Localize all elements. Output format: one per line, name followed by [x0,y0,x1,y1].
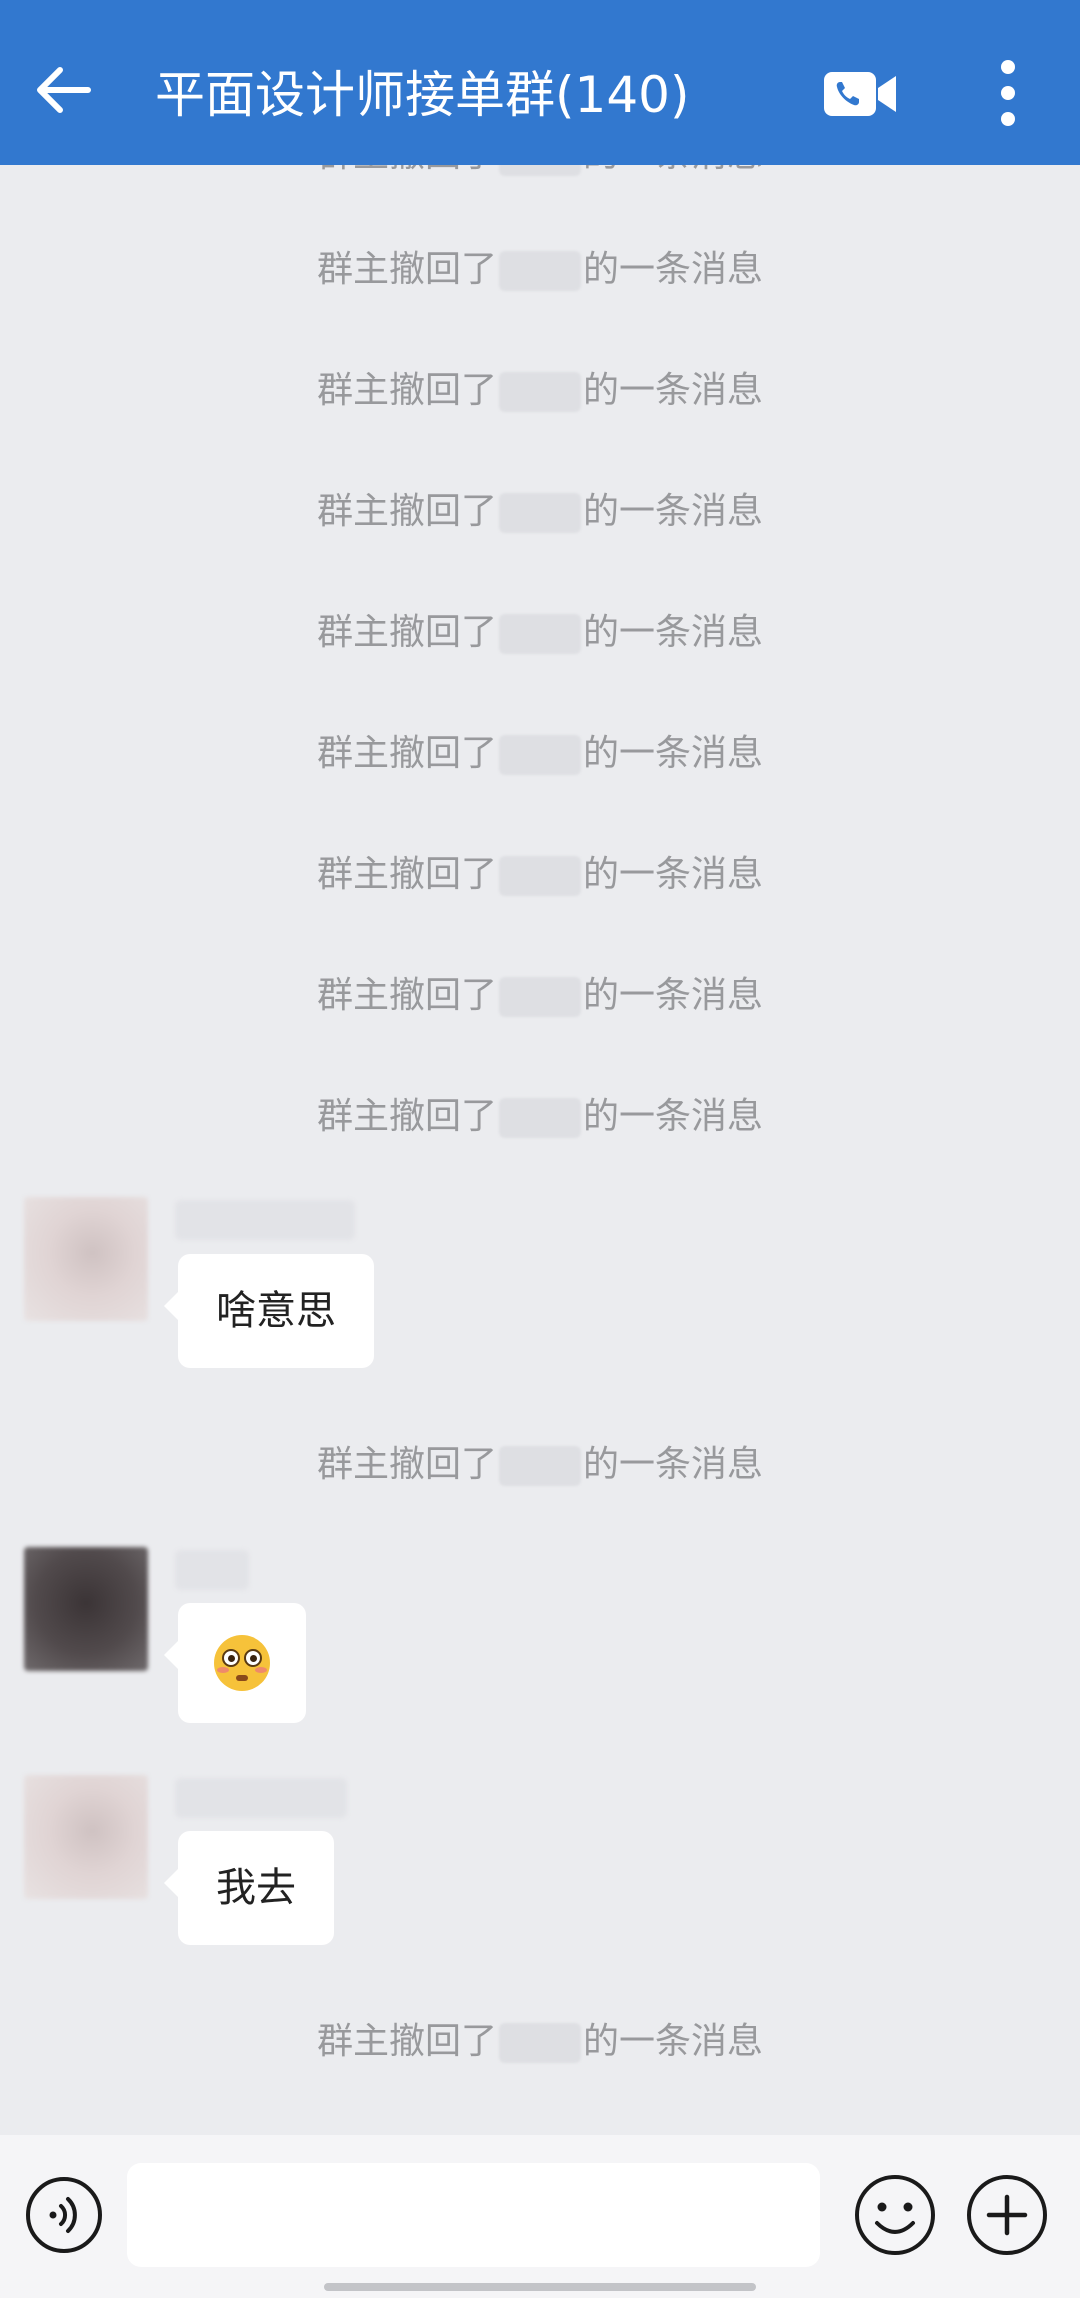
more-options-button[interactable] [985,58,1031,128]
system-suffix: 的一条消息 [583,491,764,532]
voice-icon [26,2177,102,2253]
blurred-sender-name [175,1200,355,1240]
system-message-recalled: 群主撤回了 的一条消息 [0,165,1080,180]
message-input[interactable] [127,2163,820,2267]
system-message-recalled: 群主撤回了 的一条消息 [0,366,1080,416]
system-prefix: 群主撤回了 [316,1444,497,1485]
blurred-username [499,2023,581,2063]
blurred-username [499,1098,581,1138]
system-suffix: 的一条消息 [583,249,764,290]
avatar[interactable] [24,1197,148,1321]
system-message-recalled: 群主撤回了 的一条消息 [0,729,1080,779]
avatar[interactable] [24,1547,148,1671]
message-text: 我去 [216,1865,296,1911]
plus-icon [967,2175,1047,2255]
video-call-button[interactable] [822,68,898,120]
back-arrow-icon [37,67,91,113]
system-suffix: 的一条消息 [583,975,764,1016]
message-bubble[interactable]: 我去 [164,1831,334,1945]
blurred-username [499,735,581,775]
system-suffix: 的一条消息 [583,854,764,895]
chat-title: 平面设计师接单群(140) [155,66,690,124]
message-bubble[interactable]: 啥意思 [164,1254,374,1368]
system-message-recalled: 群主撤回了 的一条消息 [0,971,1080,1021]
system-prefix: 群主撤回了 [316,612,497,653]
emoji-button[interactable] [853,2173,937,2257]
system-suffix: 的一条消息 [583,370,764,411]
system-message-recalled: 群主撤回了 的一条消息 [0,850,1080,900]
system-prefix: 群主撤回了 [316,1096,497,1137]
system-suffix: 的一条消息 [583,612,764,653]
system-prefix: 群主撤回了 [316,2021,497,2062]
system-prefix: 群主撤回了 [316,370,497,411]
blurred-username [499,165,581,176]
system-prefix: 群主撤回了 [316,975,497,1016]
system-prefix: 群主撤回了 [317,165,497,175]
blurred-username [499,614,581,654]
system-message-recalled: 群主撤回了 的一条消息 [0,487,1080,537]
system-message-recalled: 群主撤回了 的一条消息 [0,1440,1080,1490]
message-text: 啥意思 [216,1288,336,1334]
blurred-username [499,977,581,1017]
system-suffix: 的一条消息 [583,2021,764,2062]
blurred-sender-name [175,1550,249,1590]
system-prefix: 群主撤回了 [316,491,497,532]
blurred-username [499,1446,581,1486]
top-app-bar: 平面设计师接单群(140) [0,0,1080,165]
system-suffix: 的一条消息 [583,733,764,774]
blurred-sender-name [175,1778,347,1818]
blurred-username [499,372,581,412]
system-message-recalled: 群主撤回了 的一条消息 [0,245,1080,295]
blurred-username [499,251,581,291]
system-prefix: 群主撤回了 [316,249,497,290]
system-suffix: 的一条消息 [583,1096,764,1137]
video-call-icon [824,72,896,116]
message-bubble[interactable] [164,1603,306,1723]
more-vertical-icon [1001,60,1015,126]
system-prefix: 群主撤回了 [316,733,497,774]
avatar[interactable] [24,1775,148,1899]
back-button[interactable] [30,55,100,125]
system-suffix: 的一条消息 [583,1444,764,1485]
message-list[interactable]: 群主撤回了 的一条消息 群主撤回了 的一条消息 群主撤回了 的一条消息 群主撤回了 的一… [0,165,1080,2135]
home-indicator[interactable] [324,2283,756,2291]
more-actions-button[interactable] [965,2173,1049,2257]
voice-button[interactable] [24,2175,104,2255]
system-message-recalled: 群主撤回了 的一条消息 [0,1092,1080,1142]
blurred-username [499,493,581,533]
emoji-icon [855,2175,935,2255]
system-suffix: 的一条消息 [583,165,763,175]
system-message-recalled: 群主撤回了 的一条消息 [0,608,1080,658]
blurred-username [499,856,581,896]
system-prefix: 群主撤回了 [316,854,497,895]
system-message-recalled: 群主撤回了 的一条消息 [0,2017,1080,2067]
flushed-face-emoji-icon [214,1635,270,1691]
input-bar [0,2135,1080,2298]
